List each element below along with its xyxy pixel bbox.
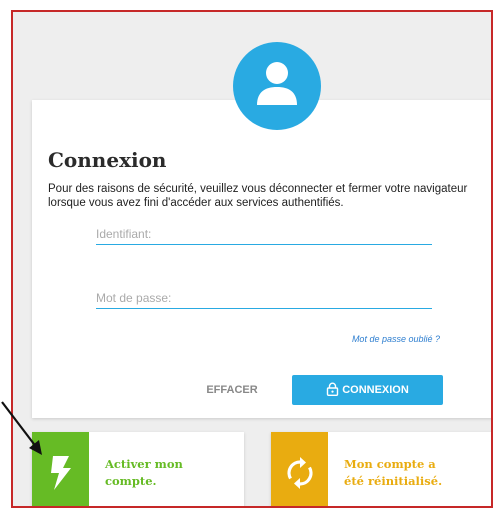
lock-icon xyxy=(326,382,339,399)
clear-button[interactable]: EFFACER xyxy=(202,376,262,404)
forgot-password-link[interactable]: Mot de passe oublié ? xyxy=(332,334,440,344)
login-card: Connexion Pour des raisons de sécurité, … xyxy=(32,100,491,418)
security-notice: Pour des raisons de sécurité, veuillez v… xyxy=(48,183,468,209)
username-input[interactable] xyxy=(96,224,432,244)
avatar xyxy=(233,42,321,130)
pointer-arrow-icon xyxy=(1,401,42,455)
activate-account-label: Activer mon compte. xyxy=(105,457,183,488)
account-reset-label: Mon compte a été réinitialisé. xyxy=(344,457,443,488)
activate-account-tile[interactable]: Activer mon compte. xyxy=(32,432,244,506)
sync-icon xyxy=(271,432,328,506)
account-reset-tile[interactable]: Mon compte a été réinitialisé. xyxy=(271,432,491,506)
username-field[interactable] xyxy=(96,224,432,245)
page-title: Connexion xyxy=(48,148,167,172)
login-button-label: CONNEXION xyxy=(342,384,409,396)
login-button[interactable]: CONNEXION xyxy=(292,375,443,405)
password-input[interactable] xyxy=(96,288,432,308)
password-field[interactable] xyxy=(96,288,432,309)
login-frame: Connexion Pour des raisons de sécurité, … xyxy=(11,10,493,508)
user-icon xyxy=(255,60,299,113)
